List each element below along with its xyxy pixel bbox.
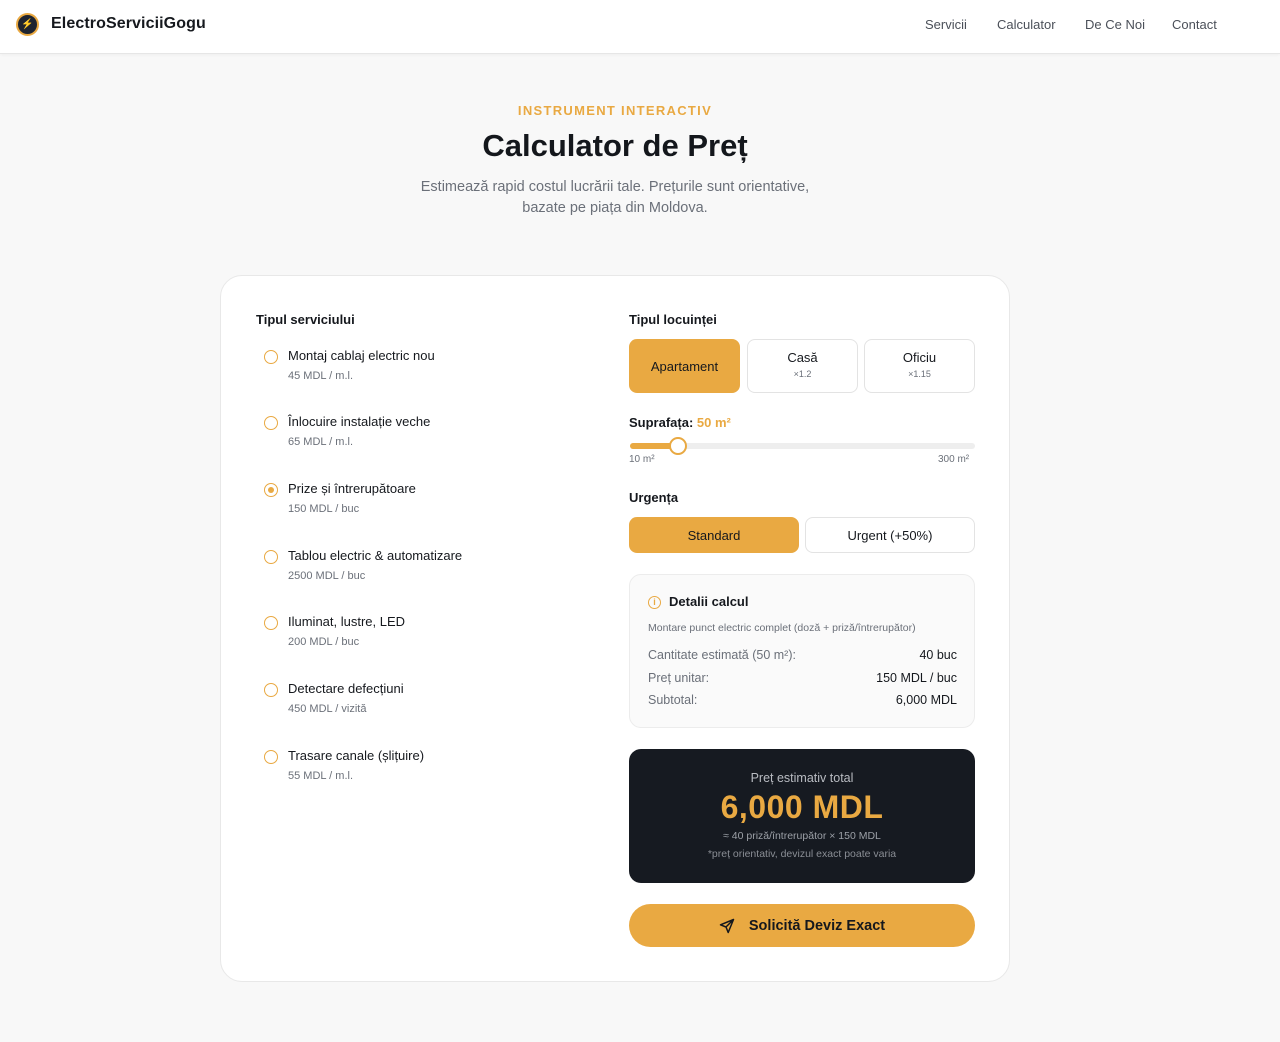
- urgency-urgent-button[interactable]: Urgent (+50%): [805, 517, 975, 553]
- radio-button-selected[interactable]: [264, 483, 278, 497]
- surface-max-label: 300 m²: [938, 454, 970, 465]
- details-row-key: Cantitate estimată (50 m²):: [648, 648, 796, 662]
- home-type-multiplier: ×1.15: [908, 369, 931, 379]
- service-price: 2500 MDL / buc: [288, 570, 366, 582]
- radio-button[interactable]: [264, 550, 278, 564]
- service-price: 150 MDL / buc: [288, 503, 360, 515]
- total-note: *preț orientativ, devizul exact poate va…: [707, 848, 897, 860]
- section-eyebrow: INSTRUMENT INTERACTIV: [517, 103, 713, 118]
- surface-value: 50 m²: [696, 415, 731, 430]
- details-row-value: 150 MDL / buc: [876, 671, 957, 685]
- brand-name[interactable]: ElectroServiciiGogu: [51, 15, 206, 33]
- service-option[interactable]: Trasare canale (șlițuire) 55 MDL / m.l.: [262, 748, 582, 798]
- service-name: Trasare canale (șlițuire): [288, 748, 425, 763]
- radio-button[interactable]: [264, 683, 278, 697]
- surface-min-label: 10 m²: [629, 454, 655, 465]
- nav-link-servicii[interactable]: Servicii: [925, 17, 967, 32]
- service-name: Prize și întrerupătoare: [288, 481, 416, 496]
- total-formula: ≈ 40 priză/întrerupător × 150 MDL: [723, 830, 881, 842]
- home-type-option-label: Oficiu: [902, 350, 937, 365]
- service-name: Montaj cablaj electric nou: [288, 348, 435, 363]
- surface-slider[interactable]: [630, 437, 975, 455]
- total-value: 6,000 MDL: [720, 789, 884, 825]
- home-type-option-label: Apartament: [650, 359, 719, 374]
- radio-button[interactable]: [264, 750, 278, 764]
- service-price: 55 MDL / m.l.: [288, 770, 353, 782]
- service-price: 65 MDL / m.l.: [288, 436, 353, 448]
- site-header: ⚡ ElectroServiciiGogu Servicii Calculato…: [0, 0, 1280, 54]
- radio-button[interactable]: [264, 350, 278, 364]
- surface-label-text: Suprafața:: [629, 415, 694, 430]
- service-option[interactable]: Detectare defecțiuni 450 MDL / vizită: [262, 681, 582, 731]
- request-quote-label: Solicită Deviz Exact: [748, 917, 886, 934]
- total-label: Preț estimativ total: [750, 771, 854, 785]
- service-name: Iluminat, lustre, LED: [288, 614, 406, 629]
- service-name: Detectare defecțiuni: [288, 681, 404, 696]
- service-option[interactable]: Montaj cablaj electric nou 45 MDL / m.l.: [262, 348, 582, 398]
- home-type-apartament[interactable]: Apartament: [629, 339, 740, 393]
- logo-icon[interactable]: ⚡: [16, 13, 39, 36]
- service-option[interactable]: Înlocuire instalație veche 65 MDL / m.l.: [262, 414, 582, 464]
- service-option[interactable]: Iluminat, lustre, LED 200 MDL / buc: [262, 614, 582, 664]
- service-option[interactable]: Prize și întrerupătoare 150 MDL / buc: [262, 481, 582, 531]
- service-name: Tablou electric & automatizare: [288, 548, 463, 563]
- nav-link-de-ce-noi[interactable]: De Ce Noi: [1085, 17, 1145, 32]
- service-name: Înlocuire instalație veche: [288, 414, 431, 429]
- calculation-details: i Detalii calcul Montare punct electric …: [629, 574, 975, 728]
- page-title: Calculator de Preț: [482, 128, 748, 163]
- service-price: 450 MDL / vizită: [288, 703, 367, 715]
- page-subtitle: Estimează rapid costul lucrării tale. Pr…: [420, 179, 810, 216]
- radio-button[interactable]: [264, 416, 278, 430]
- home-type-oficiu[interactable]: Oficiu ×1.15: [864, 339, 975, 393]
- details-row-value: 40 buc: [919, 648, 957, 662]
- service-price: 200 MDL / buc: [288, 636, 360, 648]
- service-type-label: Tipul serviciului: [256, 312, 355, 327]
- home-type-multiplier: ×1.2: [793, 369, 812, 379]
- radio-button[interactable]: [264, 616, 278, 630]
- details-description: Montare punct electric complet (doză + p…: [648, 622, 916, 634]
- details-row-key: Subtotal:: [648, 693, 698, 707]
- send-icon: [719, 918, 735, 933]
- details-title: Detalii calcul: [669, 594, 749, 609]
- home-type-option-label: Casă: [787, 350, 818, 365]
- home-type-casa[interactable]: Casă ×1.2: [747, 339, 858, 393]
- nav-link-calculator[interactable]: Calculator: [997, 17, 1056, 32]
- service-option[interactable]: Tablou electric & automatizare 2500 MDL …: [262, 548, 582, 598]
- surface-label: Suprafața: 50 m²: [629, 415, 731, 430]
- surface-slider-thumb[interactable]: [668, 437, 687, 455]
- info-icon: i: [648, 596, 661, 609]
- service-price: 45 MDL / m.l.: [288, 370, 353, 382]
- home-type-label: Tipul locuinței: [629, 312, 717, 327]
- total-price-panel: Preț estimativ total 6,000 MDL ≈ 40 priz…: [629, 749, 975, 883]
- details-row-key: Preț unitar:: [648, 671, 710, 685]
- nav-link-contact[interactable]: Contact: [1172, 17, 1217, 32]
- urgency-label: Urgența: [629, 490, 679, 505]
- details-row-value: 6,000 MDL: [895, 693, 957, 707]
- request-quote-button[interactable]: Solicită Deviz Exact: [629, 904, 975, 947]
- urgency-standard-button[interactable]: Standard: [629, 517, 799, 553]
